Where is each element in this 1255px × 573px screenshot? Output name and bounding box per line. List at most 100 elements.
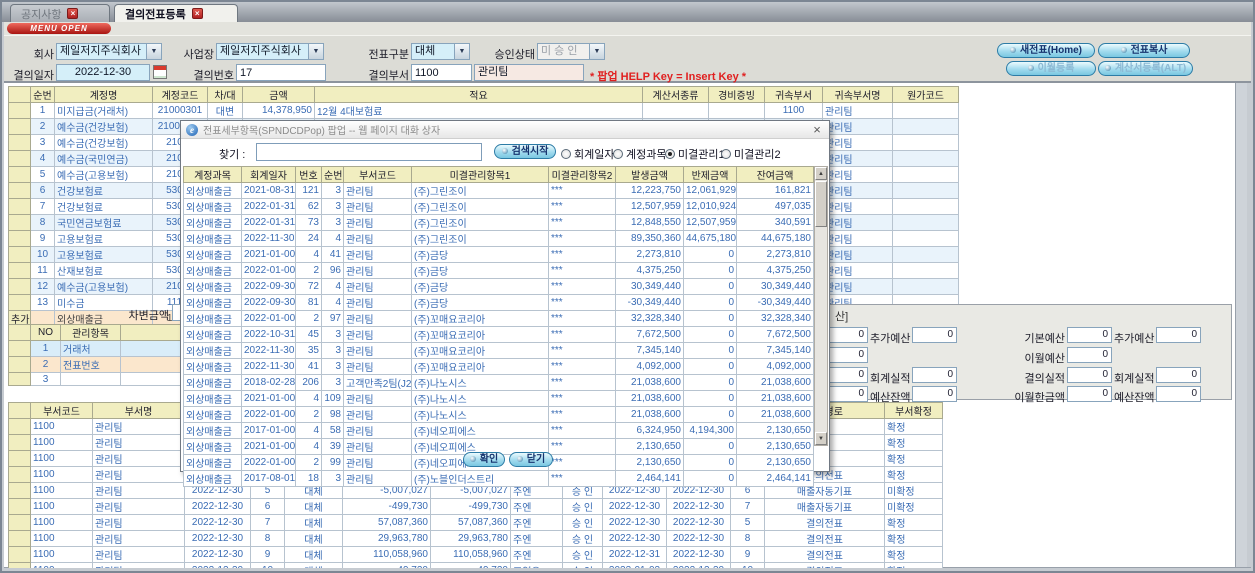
table-row[interactable]: 1100관리팀2022-12-3010대체49,72049,720조영우승 인2… <box>8 562 943 568</box>
table-row[interactable]: 외상매출금 2021-01-00 4 109 관리팀 (주)나노시스 *** 21,038,6… <box>183 390 814 407</box>
table-row[interactable]: 외상매출금 2018-02-28 206 3 고객만족2팀(J2 (주)나노시스 *** 21… <box>183 374 814 391</box>
budget-value[interactable]: 0 <box>912 327 957 343</box>
cell: 2022-12-30 <box>184 530 251 547</box>
budget-value[interactable]: 0 <box>1067 386 1112 402</box>
calendar-icon[interactable] <box>153 65 167 79</box>
table-row[interactable]: 외상매출금 2021-08-31 121 3 관리팀 (주)그린조이 *** 12,223,7… <box>183 182 814 199</box>
company-select[interactable]: 제일저지주식회사 ▼ <box>56 43 162 60</box>
budget-value[interactable]: 0 <box>1067 367 1112 383</box>
tab-close-icon[interactable]: × <box>191 8 203 19</box>
table-row[interactable]: 외상매출금 2022-01-31 73 3 관리팀 (주)그린조이 *** 12,848,55… <box>183 214 814 231</box>
scrollbar-thumb[interactable] <box>815 181 827 227</box>
budget-value[interactable]: 0 <box>1067 327 1112 343</box>
tab-voucher-entry[interactable]: 결의전표등록 × <box>114 4 238 22</box>
radio-account[interactable]: 계정과목 <box>613 146 666 162</box>
table-row[interactable]: 1100 관리팀 2022-12-30 7 대체 57,087,360 57,087,360… <box>8 514 943 531</box>
radio-open-mgmt2[interactable]: 미결관리2 <box>721 146 781 162</box>
table-row[interactable]: 외상매출금 2022-10-31 45 3 관리팀 (주)꼬매요코리아 *** 7,672,5… <box>183 326 814 343</box>
cell: 39 <box>321 438 344 455</box>
chevron-down-icon[interactable]: ▼ <box>454 44 469 59</box>
slip-type-select[interactable]: 대체 ▼ <box>411 43 470 60</box>
table-row[interactable]: 외상매출금 2022-01-31 62 3 관리팀 (주)그린조이 *** 12,507,95… <box>183 198 814 215</box>
tab-label: 결의전표등록 <box>125 8 186 21</box>
table-row[interactable]: 외상매출금 2021-01-00 4 41 관리팀 (주)금당 *** 2,273,810 0 2… <box>183 246 814 263</box>
search-input[interactable] <box>256 143 482 161</box>
budget-value[interactable]: 0 <box>1156 367 1201 383</box>
cell <box>8 450 31 467</box>
cell: 1100 <box>30 418 93 435</box>
budget-value[interactable]: 0 <box>1067 347 1112 363</box>
menu-open-badge[interactable]: MENU OPEN <box>7 23 111 34</box>
ok-button[interactable]: 확인 <box>463 452 505 467</box>
cell: 44,675,180 <box>683 230 737 247</box>
table-row[interactable]: 외상매출금 2022-01-00 2 96 관리팀 (주)금당 *** 4,375,250 0 4… <box>183 262 814 279</box>
chevron-down-icon[interactable]: ▼ <box>146 44 161 59</box>
cell: 29,963,780 <box>342 530 431 547</box>
table-row[interactable]: 외상매출금 2017-01-00 4 58 관리팀 (주)네오피에스 *** 6,324,95… <box>183 422 814 439</box>
cell: 관리팀 <box>92 530 185 547</box>
budget-value[interactable]: 0 <box>912 367 957 383</box>
cell: 예수금(고용보험) <box>54 278 153 295</box>
cell: 97 <box>321 310 344 327</box>
table-row[interactable]: 외상매출금 2022-09-30 72 4 관리팀 (주)금당 *** 30,349,440 0… <box>183 278 814 295</box>
chevron-down-icon[interactable]: ▼ <box>589 44 604 59</box>
column-header: 귀속부서 <box>764 86 823 103</box>
table-row[interactable]: 외상매출금 2022-11-30 24 4 관리팀 (주)그린조이 *** 89,350,36… <box>183 230 814 247</box>
cell: 2,130,650 <box>736 422 814 439</box>
table-row[interactable]: 외상매출금 2022-09-30 81 4 관리팀 (주)금당 *** -30,349,440… <box>183 294 814 311</box>
table-row[interactable]: 1 미지급금(거래처) 21000301 대변 14,378,950 12월 4대보험료 1… <box>8 102 959 119</box>
radio-acct-date[interactable]: 회계일자 <box>561 146 614 162</box>
approval-select[interactable]: 미 승 인 ▼ <box>537 43 605 60</box>
scroll-up-icon[interactable]: ▲ <box>815 167 827 180</box>
budget-value[interactable]: 0 <box>912 386 957 402</box>
popup-title-bar[interactable]: e 전표세부항목(SPNDCDPop) 팝업 -- 웹 페이지 대화 상자 × <box>181 121 829 139</box>
window-scrollbar[interactable] <box>1235 83 1247 567</box>
table-row[interactable]: 1100 관리팀 2022-12-30 8 대체 29,963,780 29,963,780… <box>8 530 943 547</box>
voucher-no-field[interactable] <box>236 64 326 81</box>
cell: 0 <box>683 374 737 391</box>
cell: 외상매출금 <box>183 342 242 359</box>
radio-open-mgmt1[interactable]: 미결관리1 <box>665 146 725 162</box>
carryover-button[interactable]: 이월등록 <box>1006 61 1096 76</box>
tab-notice[interactable]: 공지사항 × <box>10 4 110 22</box>
copy-voucher-button[interactable]: 전표복사 <box>1098 43 1190 58</box>
column-header: 계정명 <box>54 86 153 103</box>
budget-value[interactable]: 0 <box>1156 327 1201 343</box>
cell: 1 <box>30 102 55 119</box>
cell: 관리팀 <box>343 454 412 471</box>
table-row[interactable]: 1100 관리팀 2022-12-30 6 대체 -499,730 -499,730 주엔 승 … <box>8 498 943 515</box>
table-row[interactable]: 외상매출금 2022-11-30 41 3 관리팀 (주)꼬매요코리아 *** 4,092,0… <box>183 358 814 375</box>
scroll-down-icon[interactable]: ▼ <box>815 432 827 445</box>
dept-code-field[interactable] <box>411 64 472 81</box>
invoice-register-button[interactable]: 계산서등록(ALT) <box>1098 61 1193 76</box>
cell <box>8 294 31 311</box>
budget-value[interactable]: 0 <box>1156 386 1201 402</box>
cell <box>642 102 709 119</box>
tab-close-icon[interactable]: × <box>67 8 79 19</box>
cell: 확정 <box>884 450 943 467</box>
close-icon[interactable]: × <box>810 123 824 136</box>
date-field[interactable]: 2022-12-30 <box>56 64 150 81</box>
cell: 승 인 <box>562 514 603 531</box>
cell <box>8 434 31 451</box>
cell: 81 <box>295 294 322 311</box>
site-select[interactable]: 제일저지주식회사 ▼ <box>216 43 324 60</box>
radio-label: 회계일자 <box>574 149 615 161</box>
table-row[interactable]: 외상매출금 2022-01-00 2 97 관리팀 (주)꼬매요코리아 *** 32,328,… <box>183 310 814 327</box>
cell <box>8 466 31 483</box>
table-row[interactable]: 1100 관리팀 2022-12-30 9 대체 110,058,960 110,058,9… <box>8 546 943 563</box>
cell: (주)그린조이 <box>411 182 549 199</box>
close-button[interactable]: 닫기 <box>509 452 553 467</box>
popup-scrollbar[interactable]: ▲ ▼ <box>814 166 828 446</box>
search-start-button[interactable]: 검색시작 <box>494 144 556 159</box>
chevron-down-icon[interactable]: ▼ <box>308 44 323 59</box>
new-voucher-button[interactable]: 새전표(Home) <box>997 43 1095 58</box>
cell <box>8 372 31 386</box>
table-row[interactable]: 외상매출금 2022-01-00 2 98 관리팀 (주)나노시스 *** 21,038,60… <box>183 406 814 423</box>
cell: -499,730 <box>430 498 511 515</box>
cell: 관리팀 <box>343 262 412 279</box>
table-row[interactable]: 외상매출금 2022-11-30 35 3 관리팀 (주)꼬매요코리아 *** 7,345,1… <box>183 342 814 359</box>
column-header: 차/대 <box>207 86 243 103</box>
cell: 12,507,959 <box>615 198 684 215</box>
table-row[interactable]: 외상매출금 2017-08-01 18 3 관리팀 (주)노블인더스트리 *** 2,464,… <box>183 470 814 487</box>
